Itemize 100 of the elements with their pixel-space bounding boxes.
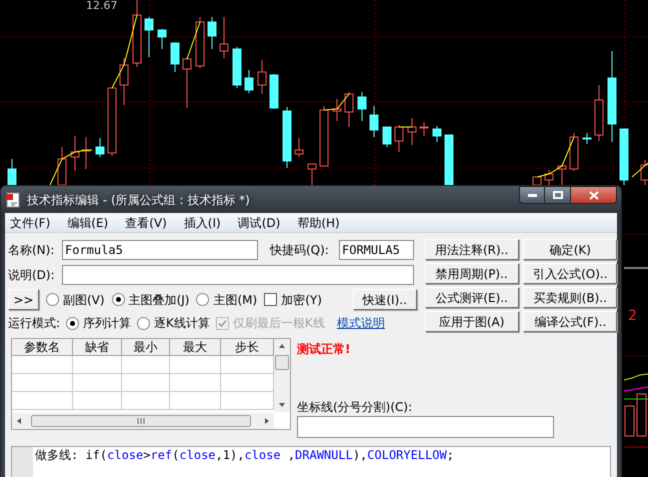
window-title: 技术指标编辑 - (所属公式组 : 技术指标 *): [27, 192, 250, 208]
candle: [594, 84, 604, 142]
table-cell: [122, 392, 170, 410]
radio-label: 副图(V): [63, 292, 105, 308]
indicator-line: [50, 150, 92, 185]
candle: [420, 122, 428, 136]
candle: [170, 42, 180, 72]
column-header[interactable]: 缺省: [73, 339, 122, 356]
horizontal-scrollbar[interactable]: [12, 413, 274, 429]
axis-lines-label: 坐标线(分号分割)(C):: [297, 399, 414, 416]
code-editor[interactable]: 做多线: if(close>ref(close,1),close ,DRAWNULL),COLORYELLOW;: [11, 446, 611, 477]
candle: [120, 58, 128, 106]
dialog-button[interactable]: >>: [8, 289, 39, 310]
candle: [382, 126, 392, 148]
vertical-scrollbar[interactable]: [274, 339, 290, 412]
candle: [220, 16, 228, 58]
field-label: 名称(N):: [8, 242, 56, 258]
dialog-button[interactable]: 禁用周期(P)..: [424, 263, 519, 284]
dialog-button[interactable]: 快速(I)..: [352, 289, 417, 310]
candle: [270, 74, 278, 110]
close-button[interactable]: [571, 186, 617, 204]
candle: [182, 56, 192, 108]
table-cell: [122, 356, 170, 374]
test-status: 测试正常!: [297, 341, 352, 358]
candle: [70, 136, 80, 172]
table-cell: [73, 392, 122, 410]
candle: [582, 132, 592, 144]
shortcut-input[interactable]: FORMULA5: [339, 240, 414, 260]
candle: [620, 128, 628, 185]
radio-button[interactable]: [137, 316, 150, 330]
dialog-button[interactable]: 用法注释(R)..: [424, 239, 519, 260]
table-cell: [170, 392, 221, 410]
table-cell: [12, 356, 73, 374]
indicator-line: [536, 136, 574, 178]
column-header[interactable]: 步长: [221, 339, 274, 356]
dialog-button[interactable]: 买卖规则(B)..: [523, 287, 618, 308]
radio-button[interactable]: [66, 316, 80, 330]
candle: [282, 106, 292, 168]
candle: [370, 106, 378, 138]
maximize-button[interactable]: [545, 186, 571, 204]
field-label: 说明(D):: [8, 266, 56, 284]
menu-item[interactable]: 帮助(H): [297, 214, 340, 232]
column-header[interactable]: 最大: [170, 339, 221, 356]
radio-button[interactable]: [112, 293, 125, 306]
indicator-line: [398, 126, 412, 128]
radio-label: 逐K线计算: [154, 315, 210, 332]
menu-item[interactable]: 文件(F): [10, 214, 50, 232]
menu-item[interactable]: 插入(I): [184, 214, 221, 232]
column-header[interactable]: 参数名: [12, 339, 73, 356]
table-cell: [12, 392, 73, 410]
radio-button[interactable]: [46, 293, 59, 306]
candle: [332, 98, 342, 122]
checkbox[interactable]: [264, 293, 278, 306]
candle: [96, 138, 104, 158]
candle: [358, 92, 366, 122]
name-input[interactable]: Formula5: [62, 240, 258, 260]
table-cell: [122, 374, 170, 392]
close-icon: [588, 190, 598, 200]
dialog-button[interactable]: 引入公式(O)..: [523, 263, 618, 284]
candle: [320, 106, 328, 166]
description-input[interactable]: [62, 264, 414, 284]
dialog-button[interactable]: 确定(K): [523, 239, 618, 260]
candle: [8, 158, 16, 185]
checkbox-label: 仅刷最后一根K线: [232, 315, 325, 332]
candle: [108, 88, 116, 156]
menu-item[interactable]: 调试(D): [238, 214, 280, 232]
candle: [432, 126, 442, 142]
checkbox-label: 加密(Y): [281, 292, 322, 308]
help-link[interactable]: 模式说明: [336, 314, 385, 332]
candle: [558, 164, 566, 185]
candle: [58, 146, 66, 185]
dialog-button[interactable]: 公式测评(E)..: [424, 287, 519, 308]
table-cell: [170, 374, 221, 392]
menu-item[interactable]: 查看(V): [125, 214, 167, 232]
candle: [408, 118, 416, 146]
candle: [158, 28, 166, 50]
indicator-line: [324, 94, 350, 110]
minimize-button[interactable]: [519, 186, 545, 204]
table-cell: [170, 356, 221, 374]
candle: [232, 46, 242, 88]
candle: [208, 16, 216, 50]
candle: [570, 132, 578, 172]
table-cell: [73, 374, 122, 392]
candle: [294, 138, 304, 158]
column-header[interactable]: 最小: [122, 339, 170, 356]
radio-label: 主图叠加(J): [128, 292, 190, 308]
dialog-button[interactable]: 应用于图(A): [424, 311, 519, 332]
field-label: 快捷码(Q):: [270, 242, 330, 258]
axis-lines-input[interactable]: [297, 416, 554, 438]
price-label: 12.67: [86, 0, 118, 12]
dialog-button[interactable]: 编译公式(F)..: [523, 311, 618, 332]
radio-label: 序列计算: [83, 315, 132, 332]
radio-button[interactable]: [196, 293, 210, 306]
indicator-line: [632, 162, 648, 178]
radio-label: 主图(M): [213, 292, 258, 308]
candle: [344, 92, 354, 128]
candle: [394, 124, 404, 152]
run-mode-label: 运行模式:: [8, 315, 60, 332]
table-cell: [12, 374, 73, 392]
menu-item[interactable]: 编辑(E): [67, 214, 108, 232]
